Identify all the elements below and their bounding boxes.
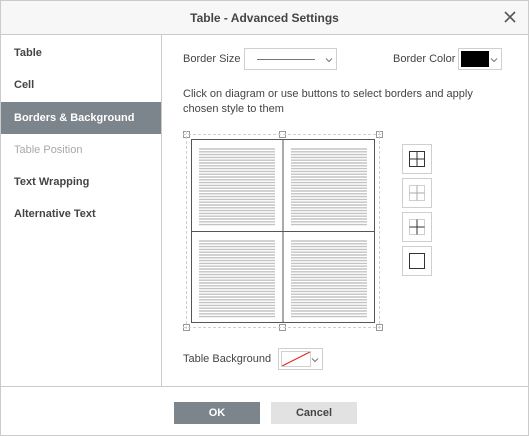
no-fill-swatch [281, 351, 311, 367]
dialog-title: Table - Advanced Settings [190, 11, 339, 25]
border-color-swatch [461, 51, 489, 67]
border-diagram[interactable] [183, 131, 383, 331]
border-size-preview [257, 59, 315, 60]
table-background-picker[interactable] [278, 348, 323, 370]
inner-borders-bold-button[interactable] [402, 212, 432, 242]
inner-borders-button[interactable] [402, 178, 432, 208]
dialog-footer: OK Cancel [1, 386, 528, 436]
dialog-titlebar: Table - Advanced Settings [1, 1, 528, 35]
cancel-button[interactable]: Cancel [271, 402, 357, 424]
all-borders-button[interactable] [402, 144, 432, 174]
close-icon[interactable] [502, 9, 518, 25]
border-color-label: Border Color [393, 53, 456, 65]
borders-instructions: Click on diagram or use buttons to selec… [183, 88, 473, 115]
all-borders-icon [403, 151, 431, 176]
inner-borders-icon [403, 185, 431, 210]
table-background-label: Table Background [183, 353, 272, 365]
outer-border-button[interactable] [402, 246, 432, 276]
chevron-down-icon [325, 55, 333, 63]
sidebar-item-borders-background[interactable]: Borders & Background [1, 102, 161, 134]
chevron-down-icon [490, 55, 498, 63]
ok-button[interactable]: OK [174, 402, 260, 424]
settings-sidebar: Table Cell Borders & Background Table Po… [1, 35, 162, 386]
inner-borders-bold-icon [403, 219, 431, 244]
border-size-label: Border Size [183, 53, 241, 65]
sidebar-item-table[interactable]: Table [1, 37, 161, 69]
borders-background-panel: Border Size Border Color Click on diagra… [163, 35, 528, 386]
sidebar-item-text-wrapping[interactable]: Text Wrapping [1, 166, 161, 198]
outer-border-icon [403, 253, 431, 278]
sidebar-item-table-position: Table Position [14, 144, 83, 156]
advanced-settings-dialog: Table - Advanced Settings Table Cell Bor… [0, 0, 529, 436]
border-color-picker[interactable] [458, 48, 502, 70]
border-size-combo[interactable] [244, 48, 337, 70]
sidebar-item-alternative-text[interactable]: Alternative Text [1, 198, 161, 230]
sidebar-item-cell[interactable]: Cell [1, 69, 161, 101]
chevron-down-icon [311, 355, 319, 363]
